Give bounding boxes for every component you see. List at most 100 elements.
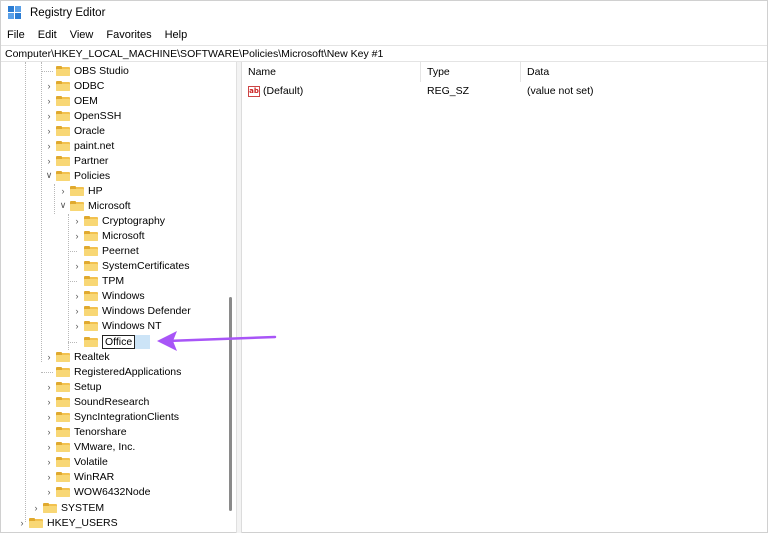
- chevron-right-icon[interactable]: ›: [44, 454, 54, 469]
- value-type: REG_SZ: [427, 85, 470, 97]
- values-list[interactable]: Name Type Data ab (Default) REG_SZ (valu…: [242, 62, 767, 533]
- tree-item[interactable]: › Volatile: [44, 454, 108, 469]
- tree-item[interactable]: › Windows: [72, 288, 145, 303]
- registry-editor-window: Registry Editor File Edit View Favorites…: [0, 0, 768, 533]
- tree-item-label: Volatile: [74, 455, 108, 468]
- menu-edit[interactable]: Edit: [38, 29, 57, 41]
- chevron-right-icon[interactable]: ›: [44, 78, 54, 93]
- tree-item[interactable]: TPM: [72, 273, 124, 288]
- chevron-right-icon[interactable]: ›: [44, 439, 54, 454]
- chevron-right-icon[interactable]: ›: [44, 409, 54, 424]
- tree-item[interactable]: › HKEY_USERS: [17, 515, 118, 530]
- tree-item[interactable]: › Microsoft: [72, 228, 145, 243]
- chevron-right-icon[interactable]: ›: [72, 288, 82, 303]
- column-header-label: Data: [527, 66, 550, 78]
- tree-item-editing[interactable]: Office: [72, 334, 151, 349]
- value-data: (value not set): [527, 85, 594, 97]
- tree-item[interactable]: › SystemCertificates: [72, 258, 190, 273]
- tree-item[interactable]: › ODBC: [44, 78, 105, 93]
- chevron-right-icon[interactable]: ›: [72, 228, 82, 243]
- chevron-right-icon[interactable]: ›: [44, 123, 54, 138]
- chevron-right-icon[interactable]: ›: [44, 108, 54, 123]
- column-header-type[interactable]: Type: [421, 62, 521, 82]
- menu-favorites[interactable]: Favorites: [106, 29, 151, 41]
- column-header-data[interactable]: Data: [521, 62, 767, 82]
- key-tree[interactable]: OBS Studio › ODBC › OEM › OpenSSH › Oracle ›…: [1, 62, 237, 533]
- tree-item-label: Tenorshare: [74, 425, 127, 438]
- chevron-right-icon[interactable]: ›: [44, 469, 54, 484]
- tree-item-label: Oracle: [74, 124, 105, 137]
- value-row[interactable]: ab (Default) REG_SZ (value not set): [242, 83, 767, 99]
- tree-item[interactable]: › OEM: [44, 93, 98, 108]
- chevron-right-icon[interactable]: ›: [72, 303, 82, 318]
- folder-icon: [56, 140, 70, 151]
- chevron-down-icon[interactable]: ∨: [58, 198, 68, 213]
- folder-icon: [56, 351, 70, 362]
- rename-key-input[interactable]: Office: [102, 334, 136, 349]
- tree-item[interactable]: › Realtek: [44, 349, 110, 364]
- tree-item[interactable]: RegisteredApplications: [44, 364, 181, 379]
- tree-item-label: Windows: [102, 289, 145, 302]
- tree-item-label: Cryptography: [102, 214, 166, 227]
- tree-item[interactable]: › VMware, Inc.: [44, 439, 136, 454]
- tree-item[interactable]: › Setup: [44, 379, 102, 394]
- tree-item[interactable]: › Oracle: [44, 123, 105, 138]
- folder-icon: [56, 65, 70, 76]
- menu-file[interactable]: File: [7, 29, 25, 41]
- chevron-right-icon[interactable]: ›: [44, 138, 54, 153]
- chevron-right-icon[interactable]: ›: [17, 515, 27, 530]
- chevron-right-icon[interactable]: ›: [72, 213, 82, 228]
- chevron-right-icon[interactable]: ›: [44, 484, 54, 499]
- tree-item-label: OBS Studio: [74, 64, 129, 77]
- tree-item[interactable]: › Partner: [44, 153, 109, 168]
- tree-item-label: Peernet: [102, 244, 139, 257]
- chevron-right-icon[interactable]: ›: [58, 183, 68, 198]
- tree-item[interactable]: › SYSTEM: [31, 500, 105, 515]
- chevron-right-icon[interactable]: ›: [44, 153, 54, 168]
- column-header-label: Type: [427, 66, 450, 78]
- tree-item[interactable]: › OpenSSH: [44, 108, 122, 123]
- folder-icon: [56, 125, 70, 136]
- chevron-right-icon[interactable]: ›: [44, 394, 54, 409]
- folder-icon: [56, 110, 70, 121]
- tree-item[interactable]: › paint.net: [44, 138, 115, 153]
- tree-item[interactable]: › WinRAR: [44, 469, 115, 484]
- tree-item[interactable]: › SyncIntegrationClients: [44, 409, 180, 424]
- menu-view[interactable]: View: [70, 29, 94, 41]
- tree-item[interactable]: ∨ Microsoft: [58, 198, 131, 213]
- folder-icon: [84, 320, 98, 331]
- column-header-label: Name: [248, 66, 277, 78]
- folder-icon: [84, 336, 98, 347]
- selection-highlight: [135, 334, 151, 349]
- chevron-down-icon[interactable]: ∨: [44, 168, 54, 183]
- tree-item[interactable]: Peernet: [72, 243, 139, 258]
- chevron-right-icon[interactable]: ›: [31, 500, 41, 515]
- chevron-right-icon[interactable]: ›: [44, 93, 54, 108]
- chevron-right-icon[interactable]: ›: [72, 318, 82, 333]
- tree-item[interactable]: › Windows NT: [72, 318, 162, 333]
- tree-item-label: Partner: [74, 154, 109, 167]
- tree-item[interactable]: › Tenorshare: [44, 424, 127, 439]
- value-name-cell: ab (Default): [248, 83, 303, 99]
- column-header-name[interactable]: Name: [242, 62, 421, 82]
- folder-icon: [56, 381, 70, 392]
- ab-string-icon: ab: [248, 85, 260, 97]
- address-bar[interactable]: Computer\HKEY_LOCAL_MACHINE\SOFTWARE\Pol…: [1, 45, 767, 62]
- chevron-right-icon[interactable]: ›: [44, 349, 54, 364]
- chevron-right-icon[interactable]: ›: [44, 424, 54, 439]
- tree-item[interactable]: › Cryptography: [72, 213, 166, 228]
- tree-item[interactable]: › Windows Defender: [72, 303, 191, 318]
- chevron-right-icon[interactable]: ›: [44, 379, 54, 394]
- chevron-right-icon[interactable]: ›: [72, 258, 82, 273]
- tree-guide-line: [25, 62, 26, 522]
- menu-help[interactable]: Help: [165, 29, 188, 41]
- tree-item[interactable]: › HP: [58, 183, 103, 198]
- folder-icon: [43, 502, 57, 513]
- tree-item[interactable]: OBS Studio: [44, 63, 129, 78]
- tree-item[interactable]: › WOW6432Node: [44, 484, 151, 499]
- title-bar[interactable]: Registry Editor: [1, 1, 767, 25]
- folder-icon: [56, 95, 70, 106]
- tree-item[interactable]: › SoundResearch: [44, 394, 150, 409]
- tree-item[interactable]: ∨ Policies: [44, 168, 110, 183]
